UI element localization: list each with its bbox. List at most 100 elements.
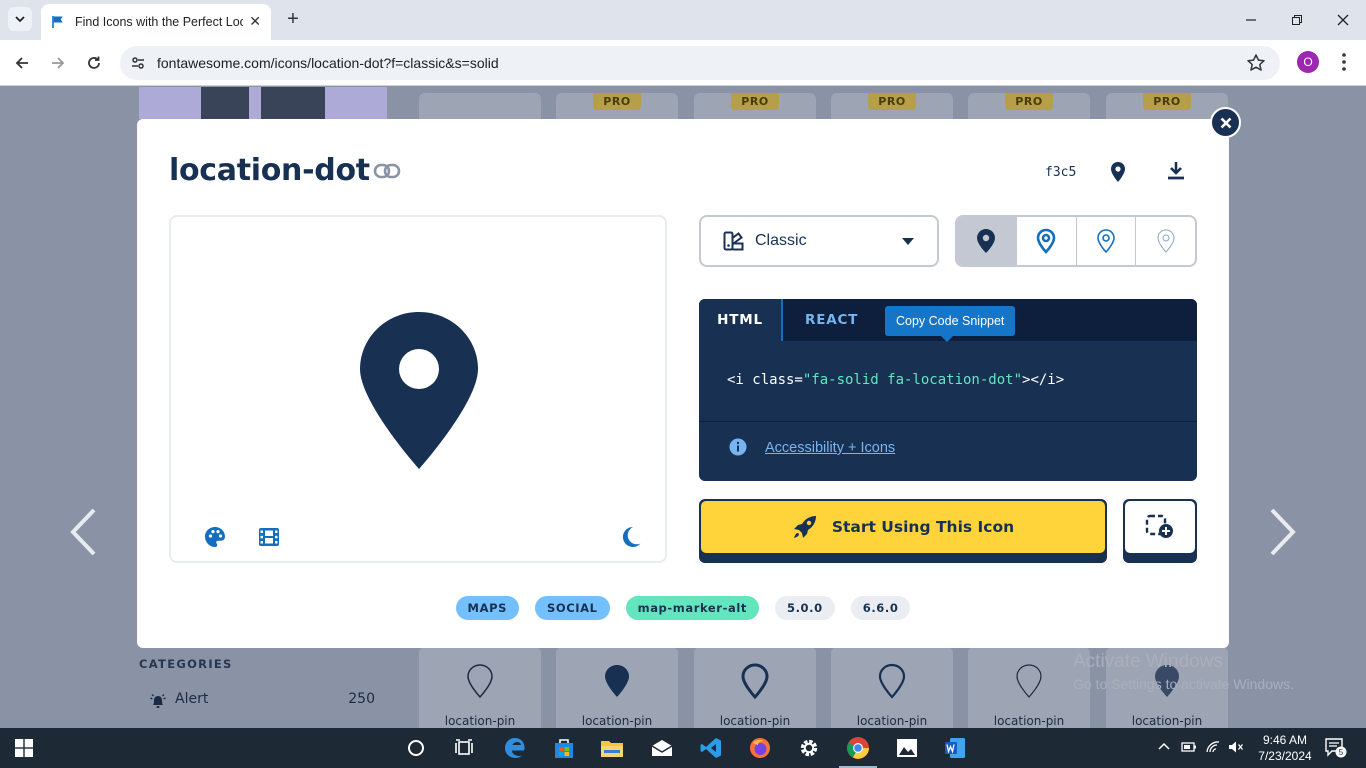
windows-activation-title: Activate Windows	[1073, 651, 1223, 672]
taskbar-settings[interactable]	[797, 736, 821, 760]
style-selector	[955, 215, 1197, 267]
next-icon-arrow[interactable]	[1268, 507, 1298, 557]
swatchbook-icon	[723, 231, 744, 251]
taskbar-clock[interactable]: 9:46 AM 7/23/2024	[1252, 732, 1318, 764]
add-to-kit-icon	[1145, 514, 1173, 538]
location-pin-icon	[467, 664, 493, 699]
close-modal-button[interactable]	[1210, 107, 1241, 138]
notification-center-button[interactable]: 5	[1325, 738, 1347, 758]
start-using-button-face: Start Using This Icon	[701, 501, 1105, 553]
forward-button[interactable]	[46, 51, 70, 75]
taskbar-photos[interactable]	[895, 736, 919, 760]
icon-card-label: location-pin	[444, 714, 516, 728]
caret-down-icon	[902, 238, 914, 245]
close-tab-icon[interactable]: ✕	[249, 14, 261, 30]
clock-date: 7/23/2024	[1258, 749, 1312, 763]
reload-button[interactable]	[82, 51, 106, 75]
site-info-button[interactable]	[128, 53, 148, 73]
moon-icon[interactable]	[619, 525, 643, 549]
location-dot-regular-icon	[1036, 228, 1056, 254]
chevron-up-icon[interactable]	[1157, 740, 1171, 754]
taskbar-mail[interactable]	[650, 736, 674, 760]
categories-heading: CATEGORIES	[139, 657, 233, 671]
style-regular-button[interactable]	[1017, 217, 1077, 265]
location-dot-glyph-icon[interactable]	[1110, 161, 1126, 183]
chevron-down-icon	[15, 16, 25, 23]
icon-card[interactable]: location-pin	[831, 647, 953, 728]
restore-button[interactable]	[1274, 0, 1320, 40]
windows-taskbar: 9:46 AM 7/23/2024 5	[0, 728, 1366, 768]
bookmark-star-icon[interactable]	[1246, 53, 1266, 73]
pro-badge: PRO	[731, 93, 779, 110]
link-icon[interactable]	[373, 161, 401, 181]
family-dropdown[interactable]: Classic	[699, 215, 939, 267]
battery-icon[interactable]	[1181, 740, 1197, 754]
wifi-icon[interactable]	[1205, 740, 1221, 754]
search-circle-icon	[408, 740, 424, 756]
address-bar[interactable]: fontawesome.com/icons/location-dot?f=cla…	[120, 46, 1280, 80]
start-using-button[interactable]: Start Using This Icon	[699, 499, 1107, 563]
taskbar-edge[interactable]	[503, 736, 527, 760]
taskbar-store[interactable]	[552, 736, 576, 760]
more-menu-icon[interactable]	[1334, 51, 1354, 73]
copy-snippet-tooltip: Copy Code Snippet	[885, 306, 1016, 342]
palette-icon[interactable]	[203, 525, 227, 549]
style-light-button[interactable]	[1077, 217, 1137, 265]
profile-avatar[interactable]: O	[1297, 51, 1319, 73]
location-dot-light-icon	[1097, 229, 1115, 254]
taskbar-file-explorer[interactable]	[600, 736, 624, 760]
tag-version: 6.6.0	[850, 596, 911, 620]
icon-card[interactable]: location-pin	[556, 647, 678, 728]
tag-alias[interactable]: map-marker-alt	[625, 596, 759, 620]
start-button[interactable]	[12, 736, 36, 760]
task-view-button[interactable]	[452, 736, 476, 760]
add-to-kit-button[interactable]	[1123, 499, 1197, 563]
accessibility-link[interactable]: Accessibility + Icons	[765, 440, 895, 456]
browser-toolbar: fontawesome.com/icons/location-dot?f=cla…	[0, 40, 1366, 86]
film-icon[interactable]	[257, 525, 281, 549]
category-item-alert[interactable]: Alert 250	[149, 691, 379, 711]
location-pin-icon	[1016, 664, 1042, 698]
icon-preview	[169, 215, 667, 563]
family-dropdown-value: Classic	[755, 232, 807, 249]
location-pin-icon	[605, 665, 629, 697]
browser-tab[interactable]: Find Icons with the Perfect Look & Feel …	[41, 4, 271, 40]
tab-html[interactable]: HTML	[699, 299, 783, 341]
location-dot-thin-icon	[1157, 229, 1175, 253]
volume-muted-icon[interactable]	[1228, 740, 1244, 754]
bell-alert-icon	[150, 694, 166, 708]
icon-card[interactable]: location-pin	[419, 647, 541, 728]
vscode-icon	[700, 738, 721, 758]
close-window-button[interactable]	[1320, 0, 1366, 40]
store-icon	[555, 739, 573, 758]
divider	[699, 421, 1197, 422]
url-text[interactable]: fontawesome.com/icons/location-dot?f=cla…	[157, 55, 499, 71]
taskbar-word[interactable]	[943, 736, 967, 760]
location-dot-icon	[360, 312, 478, 469]
taskbar-vscode[interactable]	[699, 736, 723, 760]
icon-detail-modal: location-dot f3c5 Classic HTML REACT Cop…	[137, 119, 1229, 648]
firefox-icon	[750, 738, 770, 758]
taskbar-firefox[interactable]	[748, 736, 772, 760]
icon-card[interactable]: location-pin	[694, 647, 816, 728]
previous-icon-arrow[interactable]	[68, 507, 98, 557]
search-button[interactable]	[404, 736, 428, 760]
pro-badge: PRO	[1005, 93, 1053, 110]
tab-search-button[interactable]	[8, 7, 32, 31]
tab-react[interactable]: REACT	[805, 299, 858, 341]
back-button[interactable]	[10, 51, 34, 75]
tag-category[interactable]: MAPS	[455, 596, 519, 620]
taskbar-chrome[interactable]	[846, 736, 870, 760]
unicode-value[interactable]: f3c5	[1045, 165, 1076, 180]
code-snippet[interactable]: <i class="fa-solid fa-location-dot"></i>	[727, 372, 1064, 388]
download-icon[interactable]	[1167, 161, 1185, 181]
windows-logo-icon	[15, 739, 33, 757]
tag-category[interactable]: SOCIAL	[535, 596, 610, 620]
style-solid-button[interactable]	[957, 217, 1017, 265]
browser-tab-strip: Find Icons with the Perfect Look & Feel …	[0, 0, 1366, 40]
minimize-button[interactable]	[1228, 0, 1274, 40]
icon-card[interactable]: location-pin	[968, 647, 1090, 728]
style-thin-button[interactable]	[1136, 217, 1195, 265]
new-tab-button[interactable]: +	[282, 8, 304, 30]
arrow-right-icon	[52, 57, 65, 69]
